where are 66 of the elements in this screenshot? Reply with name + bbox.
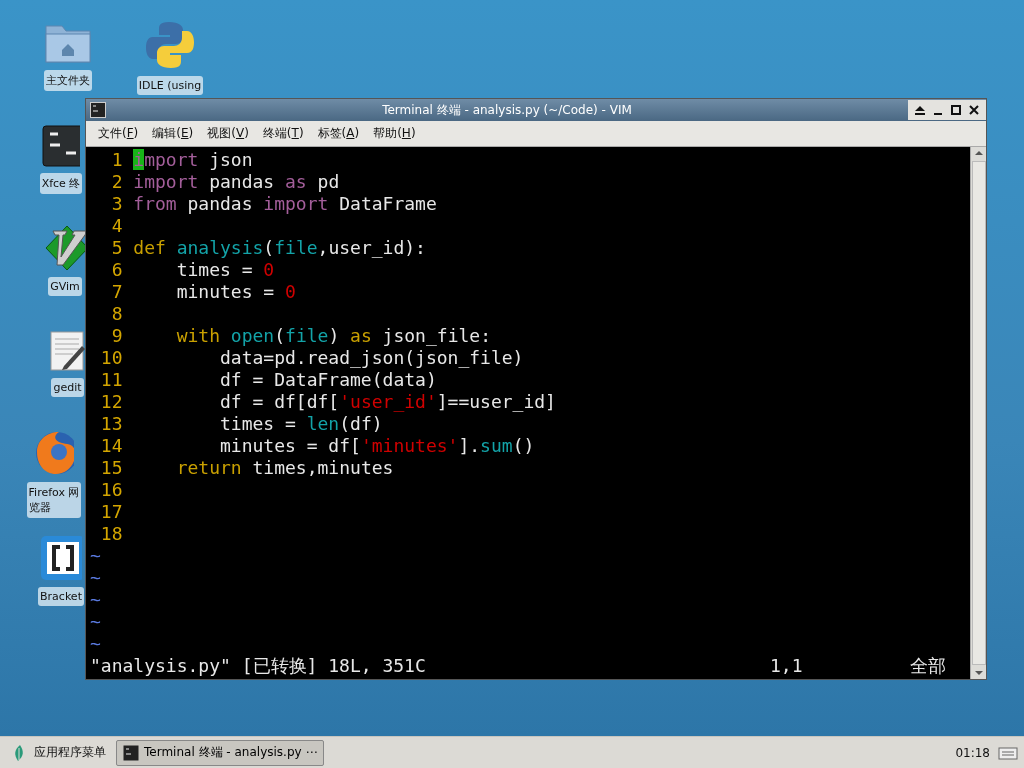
line-number: 8 xyxy=(110,303,123,325)
menu-item[interactable]: 标签(A) xyxy=(317,125,360,142)
line-number: 11 xyxy=(99,369,123,391)
code-line: df = DataFrame(data) xyxy=(219,369,437,391)
window-title: Terminal 终端 - analysis.py (~/Code) - VIM xyxy=(381,101,633,119)
code-line: import json xyxy=(133,149,253,171)
applications-menu[interactable]: 应用程序菜单 xyxy=(34,744,106,761)
line-number: 1 xyxy=(110,149,123,171)
line-number: 13 xyxy=(99,413,123,435)
code-line: from pandas import DataFrame xyxy=(133,193,437,215)
menu-item[interactable]: 终端(T) xyxy=(262,125,304,142)
snake-logo-icon[interactable] xyxy=(145,20,195,70)
menu-item[interactable]: 帮助(H) xyxy=(373,125,416,142)
line-number: 17 xyxy=(99,501,123,523)
code-line: df = df[df['user_id']==user_id] xyxy=(219,391,556,413)
line-number: 7 xyxy=(110,281,123,303)
clock: 01:18 xyxy=(955,745,990,760)
line-number: 12 xyxy=(99,391,123,413)
empty-line-marker: ~ xyxy=(90,545,101,567)
code-line: data=pd.read_json(json_file) xyxy=(219,347,524,369)
desktop-icon-label[interactable]: GVim xyxy=(48,277,82,296)
scroll-position: 全部 xyxy=(910,655,946,677)
line-number: 4 xyxy=(110,215,123,237)
terminal-icon xyxy=(90,102,106,118)
close-icon[interactable] xyxy=(968,104,980,116)
menu-item[interactable]: 编辑(E) xyxy=(152,125,194,142)
brackets-logo-icon[interactable] xyxy=(40,535,82,581)
scrollbar[interactable] xyxy=(970,147,986,679)
line-number: 15 xyxy=(99,457,123,479)
cursor-position: 1,1 xyxy=(770,655,804,677)
empty-line-marker: ~ xyxy=(90,589,101,611)
desktop-icon-label[interactable]: gedit xyxy=(51,378,84,397)
menu-item[interactable]: 视图(V) xyxy=(207,125,249,142)
code-line: times = len(df) xyxy=(219,413,383,435)
code-line: minutes = 0 xyxy=(175,281,296,303)
desktop-icon-label[interactable]: IDLE (using xyxy=(136,76,204,95)
desktop-icon-label[interactable]: 主文件夹 xyxy=(44,70,92,91)
maximize-icon[interactable] xyxy=(950,104,962,116)
status-message: "analysis.py" [已转换] 18L, 351C xyxy=(90,655,427,677)
desktop-icon-label[interactable]: Bracket xyxy=(38,587,84,606)
line-number: 6 xyxy=(110,259,123,281)
code-line: return times,minutes xyxy=(175,457,394,479)
taskbar-button[interactable]: Terminal 终端 - analysis.py ⋯ xyxy=(116,739,325,766)
code-line: minutes = df['minutes'].sum() xyxy=(219,435,535,457)
line-number: 5 xyxy=(110,237,123,259)
line-number: 16 xyxy=(99,479,123,501)
empty-line-marker: ~ xyxy=(90,633,101,655)
line-number: 18 xyxy=(99,523,123,545)
line-number: 9 xyxy=(110,325,123,347)
line-number: 14 xyxy=(99,435,123,457)
code-line: times = 0 xyxy=(175,259,275,281)
terminal-icon xyxy=(123,744,139,761)
shade-icon[interactable] xyxy=(914,104,926,116)
terminal-icon[interactable] xyxy=(42,125,80,167)
empty-line-marker: ~ xyxy=(90,567,101,589)
code-line: with open(file) as json_file: xyxy=(175,325,491,347)
line-number: 3 xyxy=(110,193,123,215)
empty-line-marker: ~ xyxy=(90,611,101,633)
code-line: def analysis(file,user_id): xyxy=(133,237,426,259)
menu-item[interactable]: 文件(F) xyxy=(98,125,139,142)
desktop-icon-label[interactable]: Xfce 终 xyxy=(39,173,83,194)
code-line: import pandas as pd xyxy=(133,171,340,193)
line-number: 2 xyxy=(110,171,123,193)
notepad-pencil-icon[interactable] xyxy=(50,330,85,372)
desktop-icon-label[interactable]: Firefox 网 览器 xyxy=(26,482,82,518)
line-number: 10 xyxy=(99,347,123,369)
